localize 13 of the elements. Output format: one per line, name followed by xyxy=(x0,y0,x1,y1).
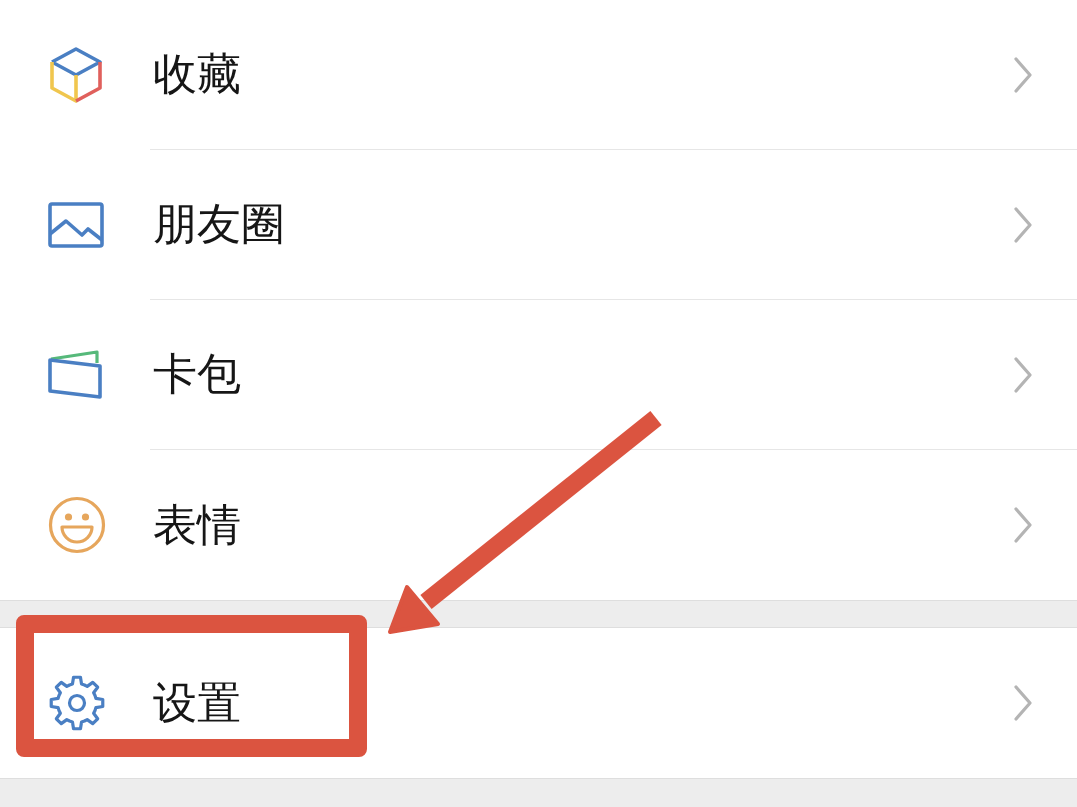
smiley-icon xyxy=(46,494,108,556)
card-wallet-icon xyxy=(46,348,104,402)
chevron-right-icon xyxy=(1014,56,1032,93)
chevron-right-icon xyxy=(1014,356,1032,393)
chevron-right-icon xyxy=(1014,507,1032,543)
menu-item[interactable]: 卡包 xyxy=(0,300,1077,450)
menu-item[interactable]: 朋友圈 xyxy=(0,150,1077,300)
chevron-right-icon xyxy=(1014,685,1032,721)
menu-item[interactable]: 设置 xyxy=(0,628,1077,778)
menu-item[interactable]: 表情 xyxy=(0,450,1077,600)
menu-item[interactable]: 收藏 xyxy=(0,0,1077,150)
chevron-right-icon xyxy=(1014,206,1032,243)
picture-icon xyxy=(46,200,106,250)
